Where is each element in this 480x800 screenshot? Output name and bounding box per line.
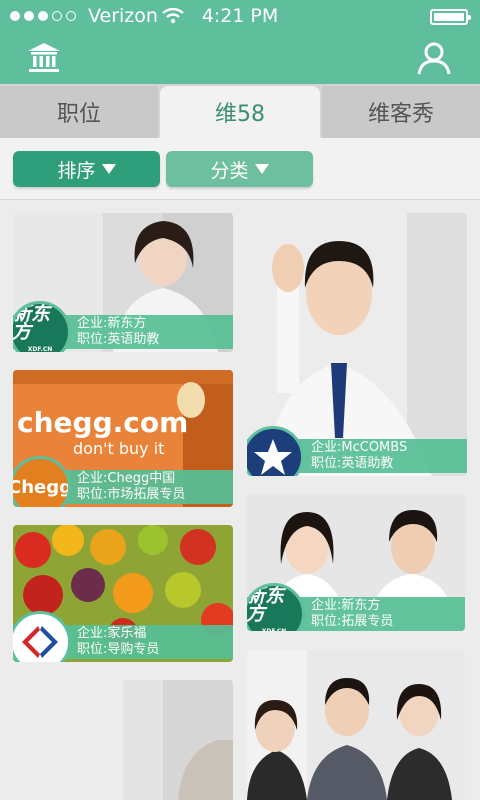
position-name: 职位:拓展专员 xyxy=(311,614,394,629)
chegg-slogan-text: don't buy it xyxy=(73,439,164,458)
dropdown-triangle-icon xyxy=(254,164,269,174)
sort-button[interactable]: 排序 xyxy=(13,151,160,187)
company-name: 企业:McCOMBS xyxy=(311,440,408,455)
clock: 4:21 PM xyxy=(201,5,279,27)
category-button[interactable]: 分类 xyxy=(166,151,313,187)
job-card[interactable]: 企业:McCOMBS 职位:英语助教 xyxy=(247,213,467,476)
position-name: 职位:英语助教 xyxy=(77,332,160,347)
company-name: 企业:新东方 xyxy=(311,598,381,613)
chegg-brand-text: chegg.com xyxy=(17,406,188,439)
tab-jobs[interactable]: 职位 xyxy=(0,86,158,138)
bank-building-button[interactable] xyxy=(26,40,62,76)
position-name: 职位:导购专员 xyxy=(77,642,160,657)
nav-bar xyxy=(0,32,480,84)
job-card[interactable]: 企业:家乐福 职位:导购专员 xyxy=(13,525,233,662)
job-card[interactable]: 企业:新东方 职位:拓展专员 新东方 XDF.CN xyxy=(247,494,465,631)
job-card[interactable]: 企业:新东方 职位:英语助教 新东方 XDF.CN xyxy=(13,213,233,352)
position-name: 职位:英语助教 xyxy=(311,456,394,471)
user-profile-button[interactable] xyxy=(416,40,452,76)
sort-label: 排序 xyxy=(57,159,96,182)
status-bar: Verizon 4:21 PM xyxy=(0,0,480,32)
star-logo-icon xyxy=(254,439,292,475)
company-name: 企业:新东方 xyxy=(77,316,147,331)
job-card[interactable]: chegg.com don't buy it 企业:Chegg中国 职位:市场拓… xyxy=(13,370,233,507)
company-name: 企业:Chegg中国 xyxy=(77,471,176,486)
carrefour-logo-icon xyxy=(22,626,58,658)
position-name: 职位:市场拓展专员 xyxy=(77,487,186,502)
job-photo xyxy=(13,680,233,800)
user-icon xyxy=(417,42,451,75)
dropdown-triangle-icon xyxy=(101,164,116,174)
job-card[interactable] xyxy=(13,680,233,800)
category-label: 分类 xyxy=(210,159,249,182)
company-name: 企业:家乐福 xyxy=(77,626,147,641)
battery-icon xyxy=(430,9,471,25)
tab-weike-show[interactable]: 维客秀 xyxy=(322,86,480,138)
tab-bar: 职位 维58 维客秀 xyxy=(0,84,480,138)
bank-building-icon xyxy=(28,43,60,72)
filter-bar: 排序 分类 xyxy=(0,138,480,200)
job-card[interactable] xyxy=(247,650,465,800)
job-photo xyxy=(247,650,465,800)
tab-wei58[interactable]: 维58 xyxy=(160,86,320,138)
